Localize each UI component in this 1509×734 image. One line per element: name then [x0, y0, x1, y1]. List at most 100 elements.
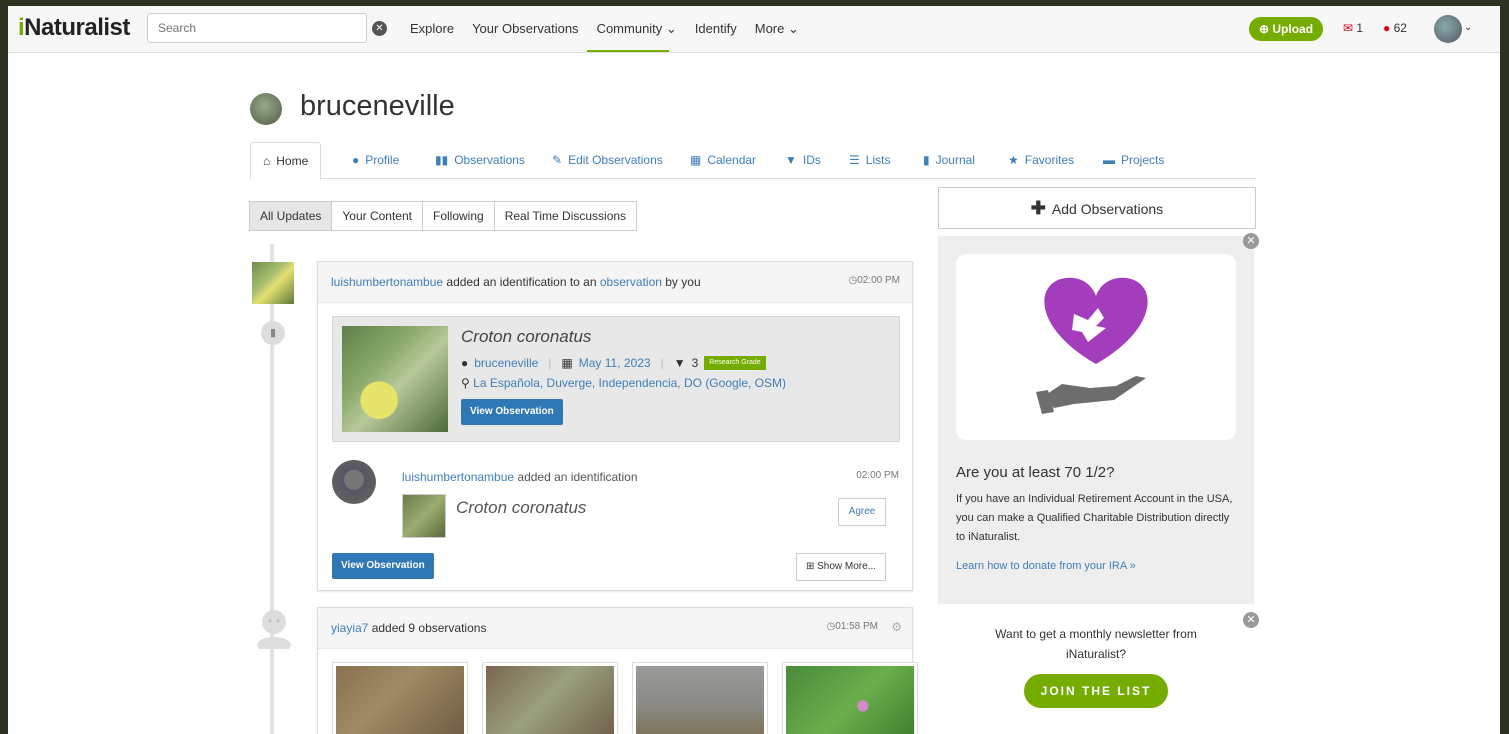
tab-label: Home: [276, 154, 309, 168]
taxon-name[interactable]: Croton coronatus: [461, 327, 591, 347]
nav-explore[interactable]: Explore: [410, 21, 454, 37]
observation-link[interactable]: observation: [600, 275, 662, 289]
filter-your-content[interactable]: Your Content: [331, 201, 423, 231]
tab-lists[interactable]: ☰ Lists: [849, 142, 890, 178]
observation-meta: ● bruceneville | ▦ May 11, 2023 | ▼ 3 Re…: [461, 356, 766, 370]
tab-journal[interactable]: ▮ Journal: [923, 142, 975, 178]
timestamp: ◷02:00 PM: [848, 275, 900, 286]
heart-hand-icon: [1036, 277, 1148, 414]
filter-following[interactable]: Following: [421, 201, 495, 231]
search-input[interactable]: [147, 13, 367, 43]
taxon-thumbnail[interactable]: [402, 494, 446, 538]
filter-real-time-discussions[interactable]: Real Time Discussions: [493, 201, 638, 231]
tab-label: Observations: [454, 153, 525, 167]
observation-photo[interactable]: [482, 662, 618, 734]
location-link[interactable]: La Española, Duverge, Independencia, DO: [473, 376, 702, 390]
gear-icon[interactable]: ⚙: [891, 620, 902, 634]
status-badge: Research Grade: [704, 356, 766, 370]
tab-edit-observations[interactable]: ✎ Edit Observations: [552, 142, 663, 178]
upload-label: Upload: [1272, 22, 1314, 36]
identification-icon: ▼: [673, 356, 686, 370]
close-icon[interactable]: ✕: [1243, 233, 1259, 249]
identification-time: 02:00 PM: [856, 470, 899, 481]
view-observation-button[interactable]: View Observation: [332, 553, 434, 579]
upload-button[interactable]: ⊕ Upload: [1249, 17, 1324, 41]
identification-icon: ▼: [785, 153, 797, 167]
messages-button[interactable]: ✉ 1: [1343, 21, 1363, 35]
feed-item-text: yiayia7 added 9 observations: [331, 621, 486, 635]
filter-all-updates[interactable]: All Updates: [249, 201, 333, 231]
close-icon[interactable]: ✕: [1243, 612, 1259, 628]
tab-profile[interactable]: ● Profile: [352, 142, 399, 178]
feed-item: luishumbertonambue added an identificati…: [317, 261, 913, 591]
tab-calendar[interactable]: ▦ Calendar: [690, 142, 756, 178]
observation-photo[interactable]: [332, 662, 468, 734]
time-label: 01:58 PM: [835, 621, 878, 632]
nav-identify[interactable]: Identify: [695, 21, 737, 37]
nav-your-observations[interactable]: Your Observations: [472, 21, 578, 37]
tab-label: Projects: [1121, 153, 1165, 167]
tab-observations[interactable]: ▮▮ Observations: [435, 142, 525, 178]
promo-title: Are you at least 70 1/2?: [956, 464, 1115, 481]
identifier-link[interactable]: luishumbertonambue: [402, 470, 514, 484]
identifier-avatar[interactable]: [332, 460, 376, 504]
nav-community[interactable]: Community ⌄: [597, 21, 677, 37]
feed-item-text: luishumbertonambue added an identificati…: [331, 275, 701, 289]
clock-icon: ◷: [848, 275, 858, 286]
tab-projects[interactable]: ▬ Projects: [1103, 142, 1164, 178]
feed-item-thumbnail[interactable]: [252, 262, 294, 304]
view-observation-button[interactable]: View Observation: [461, 399, 563, 425]
observation-photo-grid: [332, 662, 918, 734]
binoculars-icon: ▮▮: [435, 153, 449, 167]
logo[interactable]: iNaturalist: [18, 14, 130, 42]
star-icon: ★: [1008, 153, 1019, 167]
book-icon: ▮: [923, 153, 930, 167]
action-text: added an identification to an: [443, 275, 600, 289]
feed-item: yiayia7 added 9 observations ◷01:58 PM ⚙: [317, 607, 918, 734]
photo: [336, 666, 464, 734]
action-text: added 9 observations: [368, 621, 487, 635]
add-observations-button[interactable]: ✚ Add Observations: [938, 187, 1256, 229]
user-link[interactable]: yiayia7: [331, 621, 368, 635]
divider: |: [660, 356, 664, 370]
bookmark-icon[interactable]: ▮: [261, 321, 285, 345]
show-more-label: Show More...: [817, 561, 877, 572]
photo: [636, 666, 764, 734]
nav-more[interactable]: More ⌄: [755, 21, 799, 37]
agree-button[interactable]: Agree: [838, 498, 886, 526]
envelope-icon: ✉: [1343, 21, 1354, 35]
identification-taxon[interactable]: Croton coronatus: [456, 498, 586, 518]
observation-photo[interactable]: [342, 326, 448, 432]
observer-link[interactable]: bruceneville: [474, 356, 538, 370]
donate-link[interactable]: Learn how to donate from your IRA »: [956, 560, 1136, 572]
tab-home[interactable]: ⌂ Home: [250, 142, 322, 180]
tab-label: Profile: [365, 153, 400, 167]
time-label: 02:00 PM: [857, 275, 900, 286]
profile-avatar[interactable]: [250, 93, 282, 125]
briefcase-icon: ▬: [1103, 153, 1115, 167]
show-more-button[interactable]: ⊞ Show More...: [796, 553, 886, 581]
user-link[interactable]: luishumbertonambue: [331, 275, 443, 289]
page-title: bruceneville: [300, 90, 455, 122]
list-icon: ☰: [849, 153, 860, 167]
observation-date[interactable]: May 11, 2023: [579, 356, 651, 370]
observation-photo[interactable]: [632, 662, 768, 734]
chevron-down-icon[interactable]: ⌄: [1464, 22, 1472, 33]
notifications-button[interactable]: ● 62: [1383, 21, 1407, 35]
join-list-button[interactable]: JOIN THE LIST: [1024, 674, 1168, 708]
plus-square-icon: ⊞: [805, 561, 818, 572]
identification-text: luishumbertonambue added an identificati…: [402, 470, 638, 484]
tab-label: Edit Observations: [568, 153, 663, 167]
default-user-icon[interactable]: [257, 609, 291, 649]
observation-photo[interactable]: [782, 662, 918, 734]
clear-search-icon[interactable]: ✕: [372, 21, 387, 36]
calendar-icon: ▦: [561, 356, 573, 370]
identification-action: added an identification: [514, 470, 638, 484]
pencil-icon: ✎: [552, 153, 563, 167]
tab-favorites[interactable]: ★ Favorites: [1008, 142, 1074, 178]
tab-label: Lists: [865, 153, 891, 167]
user-menu-avatar[interactable]: [1434, 15, 1462, 43]
map-links[interactable]: (Google, OSM): [705, 376, 786, 390]
speech-bubble-icon: ●: [1383, 21, 1391, 35]
tab-ids[interactable]: ▼ IDs: [785, 142, 821, 178]
